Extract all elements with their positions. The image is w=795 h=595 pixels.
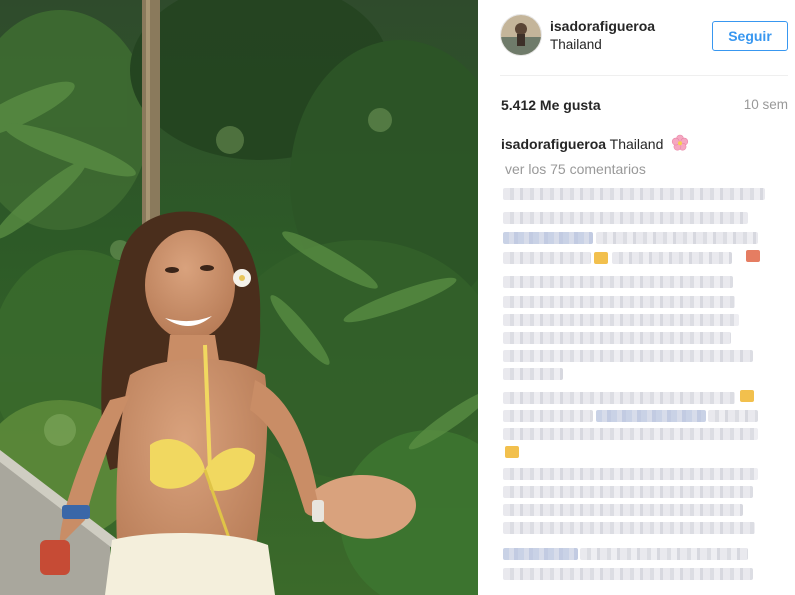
blurred-comment-line xyxy=(503,212,748,224)
post-username[interactable]: isadorafigueroa xyxy=(550,18,655,34)
blurred-emoji xyxy=(594,252,608,264)
blurred-comment-line xyxy=(503,252,591,264)
post-location[interactable]: Thailand xyxy=(550,37,602,52)
blurred-comment-line xyxy=(503,350,753,362)
blurred-comment-line xyxy=(580,548,748,560)
blurred-emoji xyxy=(505,446,519,458)
blurred-comment-line xyxy=(503,522,755,534)
blurred-comment-line xyxy=(596,410,706,422)
blurred-comment-line xyxy=(503,188,765,200)
header-divider xyxy=(500,75,788,76)
blurred-comment-line xyxy=(503,410,593,422)
blurred-emoji xyxy=(746,250,760,262)
blurred-comment-line xyxy=(503,392,735,404)
blurred-comment-line xyxy=(503,568,753,580)
blurred-comment-line xyxy=(503,468,758,480)
blurred-comment-line xyxy=(503,368,563,380)
caption-username[interactable]: isadorafigueroa xyxy=(501,136,606,152)
blurred-comment-line xyxy=(503,486,753,498)
post-photo[interactable] xyxy=(0,0,478,595)
blurred-comment-line xyxy=(596,232,758,244)
blurred-comment-line xyxy=(503,548,578,560)
avatar-image xyxy=(501,15,541,55)
caption-text: Thailand xyxy=(609,136,664,152)
blurred-comment-line xyxy=(503,276,733,288)
blurred-comment-line xyxy=(612,252,732,264)
post-caption: isadorafigueroa Thailand xyxy=(501,134,689,152)
photo-image xyxy=(0,0,478,595)
likes-count[interactable]: 5.412 Me gusta xyxy=(501,97,601,113)
blurred-comment-line xyxy=(708,410,758,422)
blurred-comment-line xyxy=(503,296,735,308)
blurred-comment-line xyxy=(503,428,758,440)
user-avatar[interactable] xyxy=(500,14,542,56)
blurred-emoji xyxy=(740,390,754,402)
follow-button[interactable]: Seguir xyxy=(712,21,788,51)
post-timestamp[interactable]: 10 sem xyxy=(744,97,788,112)
blurred-comment-line xyxy=(503,332,731,344)
blurred-comment-line xyxy=(503,504,743,516)
blurred-comment-line xyxy=(503,314,739,326)
cherry-blossom-icon xyxy=(671,134,689,152)
view-all-comments-link[interactable]: ver los 75 comentarios xyxy=(505,161,646,177)
blurred-comment-line xyxy=(503,232,593,244)
